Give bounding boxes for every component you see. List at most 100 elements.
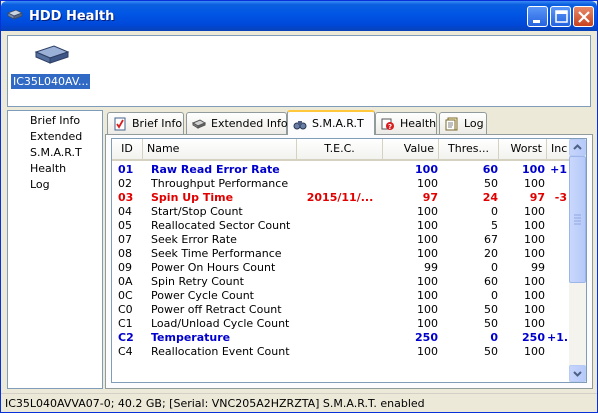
cell-inc [547,275,567,289]
cell-worst: 100 [522,163,545,176]
cell-name: Power Cycle Count [151,289,254,302]
table-row[interactable]: C1 Load/Unload Cycle Count 100 50 100 [112,317,569,331]
column-header-value[interactable]: Value [383,139,439,159]
table-row[interactable]: 04 Start/Stop Count 100 0 100 [112,205,569,219]
cell-tec [297,247,383,261]
table-row[interactable]: 08 Seek Time Performance 100 20 100 [112,247,569,261]
table-row[interactable]: 01 Raw Read Error Rate 100 60 100 +1 [112,163,569,177]
cell-id: C0 [118,303,133,316]
svg-text:?: ? [388,123,392,131]
tab-label: Health [400,117,437,130]
device-label[interactable]: IC35L040AV... [11,74,91,89]
cell-name: Power On Hours Count [151,261,276,274]
status-bar: IC35L040AVVA07-0; 40.2 GB; [Serial: VNC2… [1,393,597,412]
cell-id: 04 [118,205,132,218]
cell-tec [297,275,383,289]
table-row[interactable]: 05 Reallocated Sector Count 100 5 100 [112,219,569,233]
column-header-worst[interactable]: Worst [499,139,547,159]
cell-worst: 100 [524,177,545,190]
status-text: IC35L040AVVA07-0; 40.2 GB; [Serial: VNC2… [5,397,425,410]
table-row[interactable]: 09 Power On Hours Count 99 0 99 [112,261,569,275]
tab-health[interactable]: ? Health [375,112,437,134]
smart-panel: ID Name T.E.C. Value Thres... Worst Inc … [105,134,593,389]
cell-threshold: 50 [484,345,498,358]
sidebar-item-health[interactable]: Health [30,162,66,175]
table-row[interactable]: C2Temperature2500250+1... [112,331,569,345]
scroll-down-button[interactable] [569,365,586,382]
sidebar-item-brief-info[interactable]: Brief Info [30,114,80,127]
cell-tec [297,317,383,331]
column-header-tec[interactable]: T.E.C. [297,139,383,159]
cell-id: 07 [118,233,132,246]
maximize-icon [555,10,568,23]
log-icon [445,117,458,131]
checklist-icon [114,117,126,131]
cell-worst: 100 [524,205,545,218]
binoculars-icon [293,121,307,130]
column-header-id[interactable]: ID [112,139,143,159]
tab-extended-info[interactable]: Extended Info [186,112,288,134]
column-header-threshold[interactable]: Thres... [439,139,499,159]
cell-tec [297,289,383,303]
sidebar-item-smart[interactable]: S.M.A.R.T [30,146,82,159]
cell-value: 99 [424,261,438,274]
title-bar[interactable]: HDD Health [1,1,597,31]
cell-inc [547,261,567,275]
maximize-button[interactable] [550,6,571,27]
smart-table: ID Name T.E.C. Value Thres... Worst Inc … [111,138,587,383]
cell-value: 100 [417,317,438,330]
cell-threshold: 50 [484,303,498,316]
tab-label: Extended Info [211,117,288,130]
table-row[interactable]: 07 Seek Error Rate 100 67 100 [112,233,569,247]
cell-tec [297,219,383,233]
tab-log[interactable]: Log [439,112,487,134]
cell-id: C1 [118,317,133,330]
table-row[interactable]: 03 Spin Up Time 2015/11/... 97 24 97 -3 [112,191,569,205]
chevron-up-icon [573,144,582,150]
column-header-inc[interactable]: Inc [547,139,569,159]
table-header: ID Name T.E.C. Value Thres... Worst Inc [112,139,569,161]
tab-brief-info[interactable]: Brief Info [107,112,184,134]
hard-drive-icon[interactable] [34,44,70,64]
cell-inc [547,219,567,233]
cell-worst: 100 [524,303,545,316]
cell-worst: 100 [524,247,545,260]
minimize-button[interactable] [527,6,548,27]
grip-icon [574,214,581,225]
sidebar-item-extended[interactable]: Extended [30,130,82,143]
cell-inc [547,345,567,359]
cell-worst: 100 [524,233,545,246]
cell-threshold: 0 [490,331,498,344]
scroll-thumb[interactable] [569,156,586,283]
table-row[interactable]: 0A Spin Retry Count 100 60 100 [112,275,569,289]
table-row[interactable]: C0 Power off Retract Count 100 50 100 [112,303,569,317]
cell-name: Spin Retry Count [151,275,244,288]
cell-name: Seek Error Rate [151,233,237,246]
cell-inc: +1... [547,331,567,344]
scroll-up-button[interactable] [569,139,586,156]
table-row[interactable]: C4 Reallocation Event Count 100 50 100 [112,345,569,359]
table-row[interactable]: 02 Throughput Performance 100 50 100 [112,177,569,191]
column-header-name[interactable]: Name [143,139,297,159]
cell-inc [547,247,567,261]
cell-inc [547,303,567,317]
cell-name: Temperature [151,331,231,344]
cell-inc [547,317,567,331]
cell-name: Start/Stop Count [151,205,243,218]
cell-threshold: 0 [491,205,498,218]
sidebar-item-log[interactable]: Log [30,178,50,191]
cell-id: C2 [118,331,134,344]
tab-smart[interactable]: S.M.A.R.T [287,110,375,135]
cell-value: 100 [417,219,438,232]
close-button[interactable] [573,6,594,27]
vertical-scrollbar[interactable] [569,139,586,382]
cell-id: 01 [118,163,134,176]
cell-id: 05 [118,219,132,232]
cell-name: Raw Read Error Rate [151,163,280,176]
cell-tec [297,261,383,275]
cell-worst: 100 [524,345,545,358]
table-row[interactable]: 0C Power Cycle Count 100 0 100 [112,289,569,303]
tab-label: S.M.A.R.T [312,117,364,130]
drive-icon [192,119,206,129]
cell-worst: 100 [524,289,545,302]
